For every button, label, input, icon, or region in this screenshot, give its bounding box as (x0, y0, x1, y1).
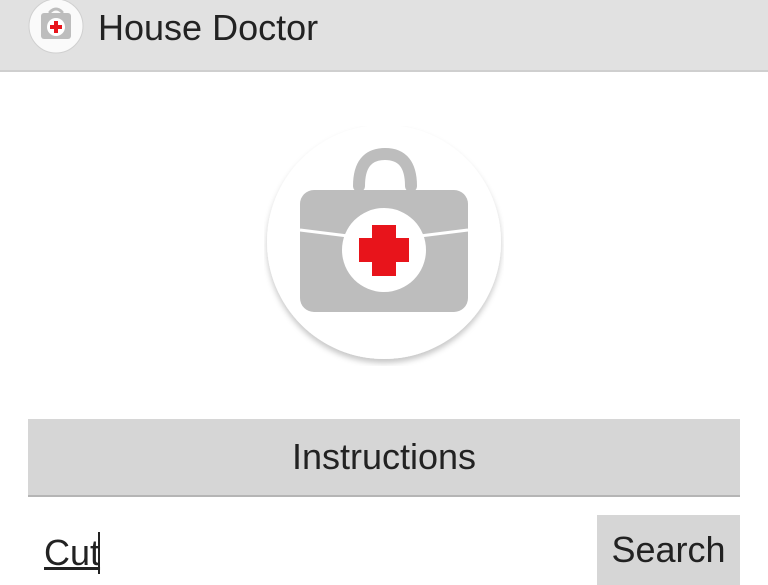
first-aid-kit-icon (264, 125, 504, 366)
text-cursor (98, 532, 100, 574)
search-input[interactable] (44, 530, 584, 576)
instructions-button[interactable]: Instructions (28, 419, 740, 497)
search-button[interactable]: Search (597, 515, 740, 585)
app-title: House Doctor (98, 7, 319, 48)
first-aid-kit-icon (28, 0, 84, 56)
action-bar: House Doctor (0, 0, 768, 72)
